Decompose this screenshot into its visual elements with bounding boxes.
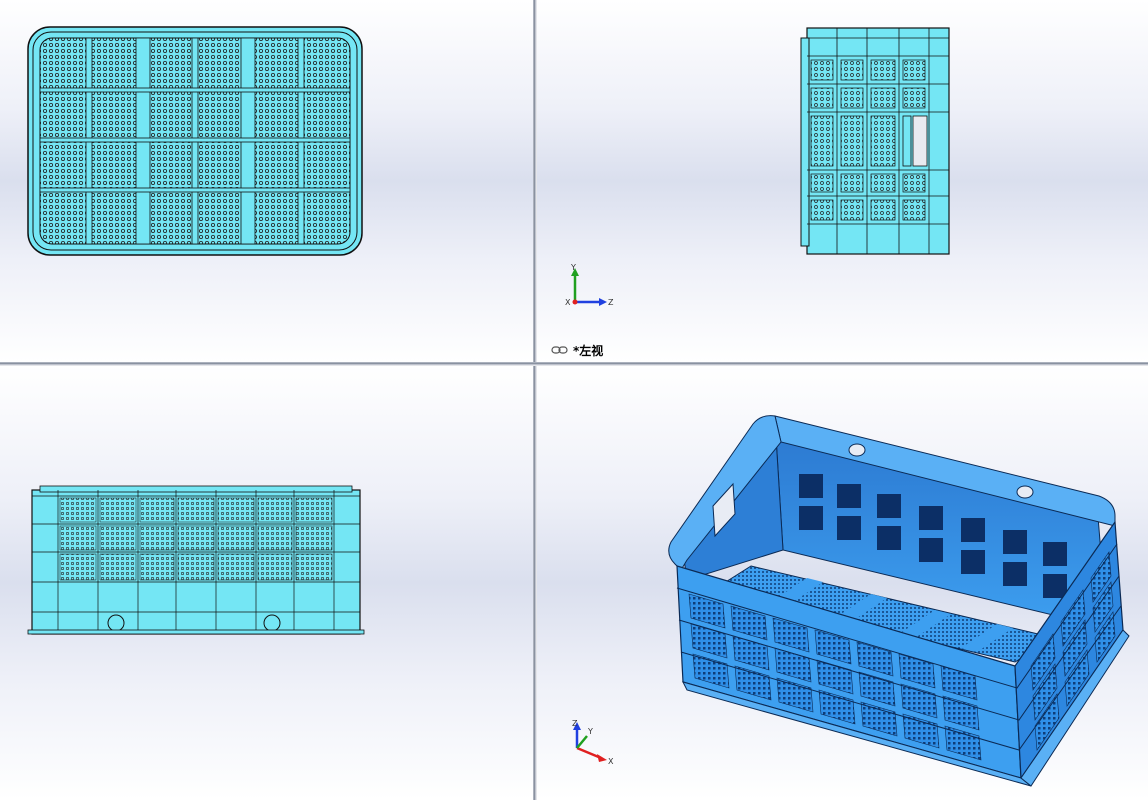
iso-handle-hole-left (848, 443, 866, 457)
crate-isometric-drawing (668, 415, 1130, 787)
viewport-splitter-vertical[interactable] (533, 0, 537, 800)
axis-origin-label: X (565, 298, 571, 307)
crate-side-lip (800, 37, 810, 247)
side-handle-slot (912, 115, 928, 167)
front-drain-hole-right (263, 614, 281, 632)
crate-front-rim (39, 485, 353, 493)
viewport-isometric-view[interactable]: Z X Y (537, 366, 1148, 800)
iso-handle-hole-right (1016, 485, 1034, 499)
axis-origin-label: Y (587, 727, 593, 736)
view-name-label[interactable]: *左视 (551, 341, 603, 359)
axis-right-label: Z (608, 298, 614, 307)
link-icon (551, 345, 569, 355)
front-mesh-panels (59, 497, 333, 581)
crate-left-view-drawing (800, 27, 950, 255)
view-name-text: *左视 (573, 343, 604, 358)
axis-right-label: X (608, 757, 614, 766)
axis-up-label: Z (572, 719, 578, 728)
crate-front-view-drawing (27, 485, 365, 635)
viewport-left-view[interactable]: Y Z X *左视 (537, 0, 1148, 362)
axis-up-label: Y (570, 263, 576, 272)
viewport-front-view[interactable] (0, 366, 533, 800)
front-drain-hole-left (107, 614, 125, 632)
viewport-splitter-horizontal[interactable] (0, 362, 1148, 366)
crate-top-view-drawing (27, 26, 363, 256)
floor-ribs (39, 37, 351, 245)
axis-triad-iso-view: Z X Y (561, 718, 621, 768)
axis-triad-left-view: Y Z X (561, 262, 621, 312)
viewport-top-view[interactable] (0, 0, 533, 362)
